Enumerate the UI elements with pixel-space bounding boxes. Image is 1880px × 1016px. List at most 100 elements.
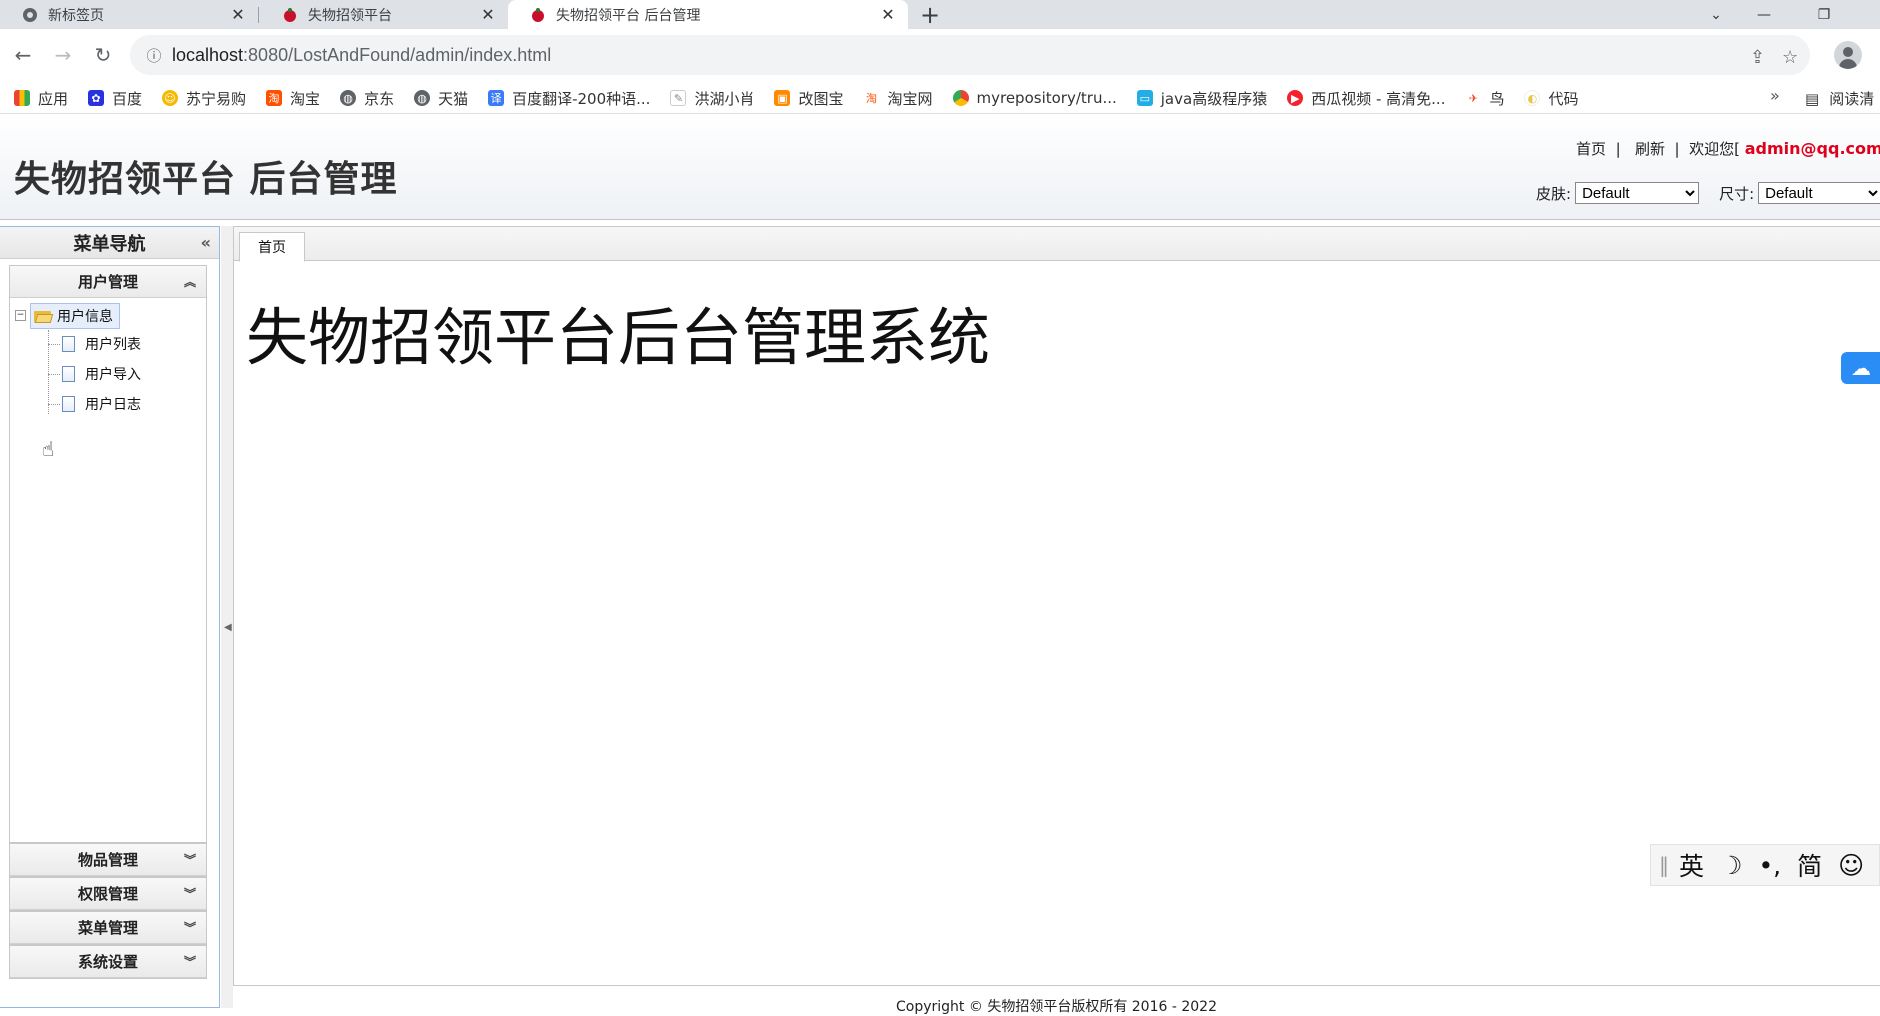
punctuation-icon[interactable]: •,	[1758, 851, 1781, 880]
chrome-icon	[952, 90, 969, 106]
bookmark-gaitubao[interactable]: ▣ 改图宝	[774, 88, 843, 109]
translate-icon: 译	[488, 90, 505, 106]
bookmark-suning[interactable]: ☺ 苏宁易购	[162, 88, 246, 109]
skin-select[interactable]: Default	[1575, 182, 1700, 204]
panel-title: 菜单管理	[77, 919, 138, 937]
close-icon[interactable]: ✕	[478, 5, 498, 25]
browser-toolbar: ← → ↻ ⓘ localhost:8080/LostAndFound/admi…	[0, 29, 1880, 83]
bookmark-baidu[interactable]: ✿ 百度	[88, 88, 142, 109]
skin-label: 皮肤:	[1536, 184, 1572, 203]
size-label: 尺寸:	[1719, 184, 1755, 203]
bookmark-taobao[interactable]: 淘淘宝	[266, 88, 320, 109]
ime-lang-toggle[interactable]: 英	[1679, 847, 1704, 883]
site-info-icon[interactable]: ⓘ	[136, 45, 172, 66]
panel-header[interactable]: 系统设置 ︾	[10, 946, 206, 978]
chevron-down-icon[interactable]: ︾	[184, 885, 196, 902]
top-links: 首页 | 刷新 | 欢迎您[ admin@qq.com ] | 注	[1576, 138, 1880, 159]
site-favicon-icon	[284, 7, 296, 22]
bookmark-baidu-translate[interactable]: 译百度翻译-200种语...	[488, 88, 650, 109]
panel-menu-management[interactable]: 菜单管理 ︾	[9, 911, 207, 945]
panel-item-management[interactable]: 物品管理 ︾	[9, 843, 207, 877]
refresh-link[interactable]: 刷新	[1635, 140, 1665, 158]
share-icon[interactable]: ⇪	[1750, 47, 1765, 68]
tab-home[interactable]: 首页	[239, 232, 305, 262]
cloud-sync-icon[interactable]: ☁	[1841, 352, 1880, 384]
bookmark-honghu[interactable]: ✎ 洪湖小肖	[670, 88, 754, 109]
reading-list-button[interactable]: ▤ 阅读清	[1805, 83, 1874, 114]
collapse-west-icon[interactable]: ◀	[224, 622, 232, 633]
star-icon[interactable]: ☆	[1782, 47, 1798, 68]
panel-header[interactable]: 菜单管理 ︾	[10, 912, 206, 944]
home-link[interactable]: 首页	[1576, 140, 1606, 158]
chevron-down-icon[interactable]: ︾	[184, 953, 196, 970]
bookmark-taobao-net[interactable]: 淘淘宝网	[863, 88, 933, 109]
tree-guide-line	[48, 344, 60, 345]
file-icon	[62, 336, 75, 352]
file-icon	[62, 396, 75, 412]
reload-icon[interactable]: ↻	[88, 40, 118, 70]
current-user-link[interactable]: admin@qq.com	[1745, 139, 1880, 158]
tree-node-label: 用户导入	[85, 367, 141, 383]
collapse-sidebar-icon[interactable]: «	[201, 233, 211, 252]
bookmark-label: 天猫	[438, 89, 469, 108]
bookmark-label: 洪湖小肖	[694, 89, 755, 108]
tree-node-user-log[interactable]: 用户日志	[62, 394, 141, 414]
restore-icon[interactable]: ❐	[1800, 0, 1848, 29]
tab-search-icon[interactable]: ⌄	[1692, 0, 1740, 29]
size-select[interactable]: Default	[1758, 182, 1880, 204]
panel-header[interactable]: 用户管理 ︽	[10, 266, 206, 298]
panel-header[interactable]: 物品管理 ︾	[10, 844, 206, 876]
browser-tab-admin[interactable]: 失物招领平台 后台管理 ✕	[508, 0, 908, 29]
bookmark-bird[interactable]: ✈ 鸟	[1465, 88, 1504, 109]
tree-node-user-list[interactable]: 用户列表	[62, 334, 141, 354]
sidebar-title: 菜单导航	[73, 233, 146, 255]
tree-node-user-import[interactable]: 用户导入	[62, 364, 141, 384]
bookmark-label: 京东	[364, 89, 395, 108]
tree-collapse-toggle[interactable]: −	[15, 310, 26, 321]
browser-tab-lostfound[interactable]: 失物招领平台 ✕	[260, 0, 508, 29]
ime-simplified-toggle[interactable]: 简	[1797, 847, 1822, 883]
back-icon[interactable]: ←	[8, 40, 38, 70]
profile-avatar[interactable]	[1834, 41, 1862, 69]
minimize-icon[interactable]: —	[1740, 0, 1788, 29]
panel-user-management: 用户管理 ︽ − 用户信息 用户列表 用户导入 用户日志	[9, 265, 207, 843]
panel-header[interactable]: 权限管理 ︾	[10, 878, 206, 910]
address-bar[interactable]: ⓘ localhost:8080/LostAndFound/admin/inde…	[130, 35, 1810, 75]
header-region: 失物招领平台 后台管理 首页 | 刷新 | 欢迎您[ admin@qq.com …	[0, 114, 1880, 220]
xigua-icon: ▶	[1287, 90, 1304, 106]
ime-drag-handle[interactable]: ‖	[1659, 853, 1669, 877]
bookmark-tmall[interactable]: ◍ 天猫	[414, 88, 468, 109]
moon-icon[interactable]: ☽	[1720, 851, 1742, 880]
bookmark-xigua[interactable]: ▶ 西瓜视频 - 高清免...	[1287, 88, 1445, 109]
globe-icon: ◍	[340, 90, 357, 106]
chevron-down-icon[interactable]: ︾	[184, 851, 196, 868]
panel-title: 权限管理	[77, 885, 138, 903]
bookmark-label: java高级程序猿	[1160, 89, 1268, 108]
link-separator: |	[1610, 140, 1631, 158]
layout-splitter[interactable]: ◀	[221, 226, 233, 1008]
bookmark-apps[interactable]: 应用	[14, 88, 68, 109]
bookmark-jd[interactable]: ◍ 京东	[340, 88, 394, 109]
bookmark-myrepository[interactable]: myrepository/tru...	[952, 89, 1117, 107]
chevron-up-icon[interactable]: ︽	[184, 273, 196, 290]
bookmarks-more-button[interactable]: »	[1770, 86, 1780, 105]
main-content: 首页 失物招领平台后台管理系统	[233, 226, 1880, 986]
tree-node-user-info[interactable]: 用户信息	[30, 303, 120, 329]
content-tabs: 首页	[234, 227, 1880, 262]
tab-separator	[258, 7, 259, 23]
browser-tab-newtab[interactable]: 新标签页 ✕	[0, 0, 258, 29]
bookmark-code[interactable]: ◐ 代码	[1524, 88, 1579, 109]
panel-permission-management[interactable]: 权限管理 ︾	[9, 877, 207, 911]
forward-icon[interactable]: →	[48, 40, 78, 70]
user-tree: − 用户信息 用户列表 用户导入 用户日志	[10, 298, 206, 842]
bookmark-java[interactable]: ▭ java高级程序猿	[1136, 88, 1268, 109]
close-icon[interactable]: ✕	[878, 5, 898, 25]
chevron-down-icon[interactable]: ︾	[184, 919, 196, 936]
tree-node-label: 用户日志	[85, 397, 141, 413]
bookmark-label: 应用	[38, 89, 69, 108]
tab-title: 失物招领平台	[308, 7, 392, 24]
close-icon[interactable]: ✕	[228, 5, 248, 25]
emoji-icon[interactable]: ☺	[1838, 851, 1864, 880]
new-tab-button[interactable]: +	[916, 0, 944, 29]
panel-system-settings[interactable]: 系统设置 ︾	[9, 945, 207, 979]
